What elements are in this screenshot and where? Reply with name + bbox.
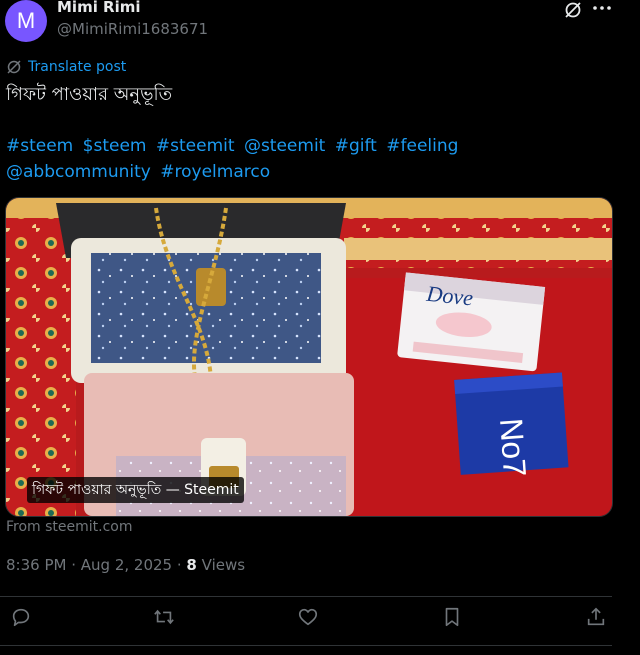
repost-icon: [154, 609, 174, 625]
mention-link[interactable]: @abbcommunity: [6, 162, 151, 182]
translate-post-link[interactable]: Translate post: [6, 59, 126, 75]
like-button[interactable]: [297, 606, 323, 632]
mention-link[interactable]: @steemit: [244, 136, 325, 156]
hashtag-link[interactable]: #steemit: [156, 136, 235, 156]
card-caption: গিফট পাওয়ার অনুভূতি — Steemit: [27, 477, 244, 503]
more-icon[interactable]: [591, 0, 613, 18]
svg-text:No7: No7: [493, 417, 533, 478]
hashtag-link[interactable]: #steem: [6, 136, 73, 156]
card-source[interactable]: From steemit.com: [6, 519, 133, 535]
divider: [0, 596, 612, 597]
post-date[interactable]: Aug 2, 2025: [81, 556, 172, 574]
grok-icon[interactable]: [563, 0, 583, 20]
repost-button[interactable]: [153, 606, 179, 632]
translate-icon: [7, 60, 21, 74]
media-card[interactable]: Dove No7 গিফট পাওয়ার অনুভূতি — Steemit: [5, 197, 613, 517]
bookmark-icon: [445, 607, 459, 627]
post-text: গিফট পাওয়ার অনুভূতি: [6, 84, 173, 105]
hashtag-link[interactable]: #gift: [335, 136, 377, 156]
hashtag-link[interactable]: #royelmarco: [160, 162, 270, 182]
reply-icon: [12, 608, 30, 627]
views-label: Views: [201, 556, 246, 574]
hashtag-link[interactable]: #feeling: [386, 136, 458, 156]
bookmark-button[interactable]: [441, 606, 467, 632]
svg-text:Dove: Dove: [425, 281, 475, 311]
avatar-letter: M: [16, 8, 36, 33]
author-handle[interactable]: @MimiRimi1683671: [57, 20, 208, 38]
like-icon: [298, 608, 318, 626]
share-button[interactable]: [585, 606, 611, 632]
card-image: Dove No7: [6, 198, 612, 516]
meta-separator: ·: [71, 556, 81, 574]
translate-post-label: Translate post: [28, 59, 127, 75]
post-meta: 8:36 PM · Aug 2, 2025 · 8 Views: [6, 556, 245, 574]
meta-separator: ·: [176, 556, 187, 574]
reply-button[interactable]: [10, 606, 36, 632]
post-time[interactable]: 8:36 PM: [6, 556, 66, 574]
divider: [0, 645, 612, 646]
action-bar: [0, 606, 640, 636]
avatar[interactable]: M: [5, 0, 47, 42]
hashtag-list: #steem $steem #steemit @steemit #gift #f…: [6, 133, 606, 185]
cashtag-link[interactable]: $steem: [83, 136, 147, 156]
views-count: 8: [186, 556, 197, 574]
author-display-name[interactable]: Mimi Rimi: [57, 0, 141, 16]
share-icon: [587, 607, 605, 626]
